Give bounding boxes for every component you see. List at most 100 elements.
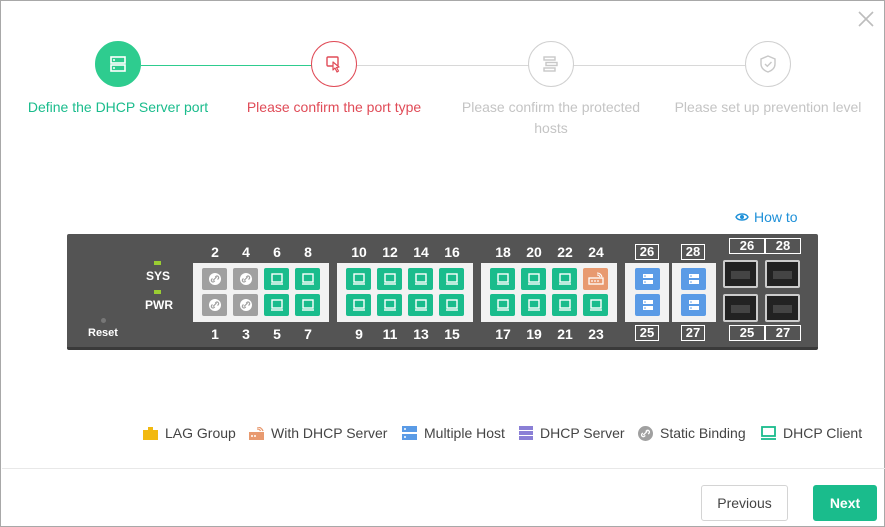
static-binding-icon [208,299,221,311]
step-3-circle [528,41,574,87]
legend-label: Multiple Host [424,425,505,441]
static-binding-icon [208,273,221,285]
legend-label: Static Binding [660,425,746,441]
port-number-11: 11 [382,326,398,342]
port-number-20: 20 [526,244,542,260]
dhcp-client-icon [527,299,540,311]
dhcp-client-icon [414,273,427,285]
port-number-26: 26 [635,244,659,260]
port-11[interactable] [377,294,402,316]
port-27[interactable] [681,294,706,316]
port-number-10: 10 [351,244,367,260]
port-10[interactable] [346,268,371,290]
port-number-14: 14 [413,244,429,260]
sfp-port-28[interactable] [765,260,800,288]
multiple-host-icon [688,274,699,284]
port-24[interactable] [583,268,608,290]
port-21[interactable] [552,294,577,316]
dhcp-server-icon [519,426,533,440]
port-number-1: 1 [211,326,219,342]
port-number-6: 6 [273,244,281,260]
next-button[interactable]: Next [813,485,877,521]
legend-lag-group: LAG Group [143,423,236,443]
sfp-port-25[interactable] [723,294,758,322]
port-9[interactable] [346,294,371,316]
port-number-22: 22 [557,244,573,260]
how-to-link[interactable]: How to [735,209,798,225]
legend-dhcp-server: DHCP Server [519,423,625,443]
port-23[interactable] [583,294,608,316]
sys-label: SYS [146,269,171,283]
port-number-4: 4 [242,244,250,260]
port-14[interactable] [408,268,433,290]
port-number-19: 19 [526,326,542,342]
port-number-18: 18 [495,244,511,260]
port-number-25: 25 [635,325,659,341]
port-15[interactable] [439,294,464,316]
port-number-9: 9 [355,326,363,342]
dhcp-client-icon [301,299,314,311]
port-number-23: 23 [588,326,604,342]
port-number-12: 12 [382,244,398,260]
dhcp-client-icon [558,299,571,311]
sfp-port-27[interactable] [765,294,800,322]
with-dhcp-server-icon [249,426,264,440]
multiple-host-icon [642,274,653,284]
port-12[interactable] [377,268,402,290]
port-16[interactable] [439,268,464,290]
reset-hole [101,318,106,323]
step-1-label: Define the DHCP Server port [27,99,209,115]
port-number-2: 2 [211,244,219,260]
legend-static-binding: Static Binding [638,423,746,443]
port-4[interactable] [233,268,258,290]
dhcp-client-icon [414,299,427,311]
legend-multiple-host: Multiple Host [402,423,505,443]
port-number-21: 21 [557,326,573,342]
sfp-number-26: 26 [729,238,765,254]
port-8[interactable] [295,268,320,290]
port-number-28: 28 [681,244,705,260]
port-6[interactable] [264,268,289,290]
step-4-label: Please set up prevention level [674,99,862,115]
port-22[interactable] [552,268,577,290]
port-number-7: 7 [304,326,312,342]
sfp-number-25: 25 [729,325,765,341]
port-13[interactable] [408,294,433,316]
step-connector [141,65,313,66]
port-18[interactable] [490,268,515,290]
port-number-13: 13 [413,326,429,342]
with-dhcp-server-icon [587,272,604,285]
switch-panel: SYS PWR Reset 2 4 6 8 10 12 14 16 18 20 … [67,234,818,350]
port-2[interactable] [202,268,227,290]
port-25[interactable] [635,294,660,316]
sfp-port-26[interactable] [723,260,758,288]
step-4-circle [745,41,791,87]
port-number-17: 17 [495,326,511,342]
legend-dhcp-client: DHCP Client [761,423,862,443]
dhcp-client-icon [301,273,314,285]
port-28[interactable] [681,268,706,290]
shield-check-icon [760,55,776,73]
previous-button[interactable]: Previous [701,485,788,521]
port-20[interactable] [521,268,546,290]
close-icon[interactable] [856,9,876,29]
dhcp-client-icon [383,273,396,285]
legend-label: DHCP Client [783,425,863,441]
port-number-16: 16 [444,244,460,260]
lag-group-icon [143,426,158,440]
dhcp-client-icon [527,273,540,285]
sys-led [154,261,161,265]
dhcp-client-icon [496,299,509,311]
port-5[interactable] [264,294,289,316]
port-19[interactable] [521,294,546,316]
port-1[interactable] [202,294,227,316]
port-number-5: 5 [273,326,281,342]
pwr-label: PWR [145,298,173,312]
server-icon [110,56,126,72]
port-17[interactable] [490,294,515,316]
port-7[interactable] [295,294,320,316]
static-binding-icon [239,299,252,311]
port-3[interactable] [233,294,258,316]
footer-divider [2,468,885,469]
port-26[interactable] [635,268,660,290]
